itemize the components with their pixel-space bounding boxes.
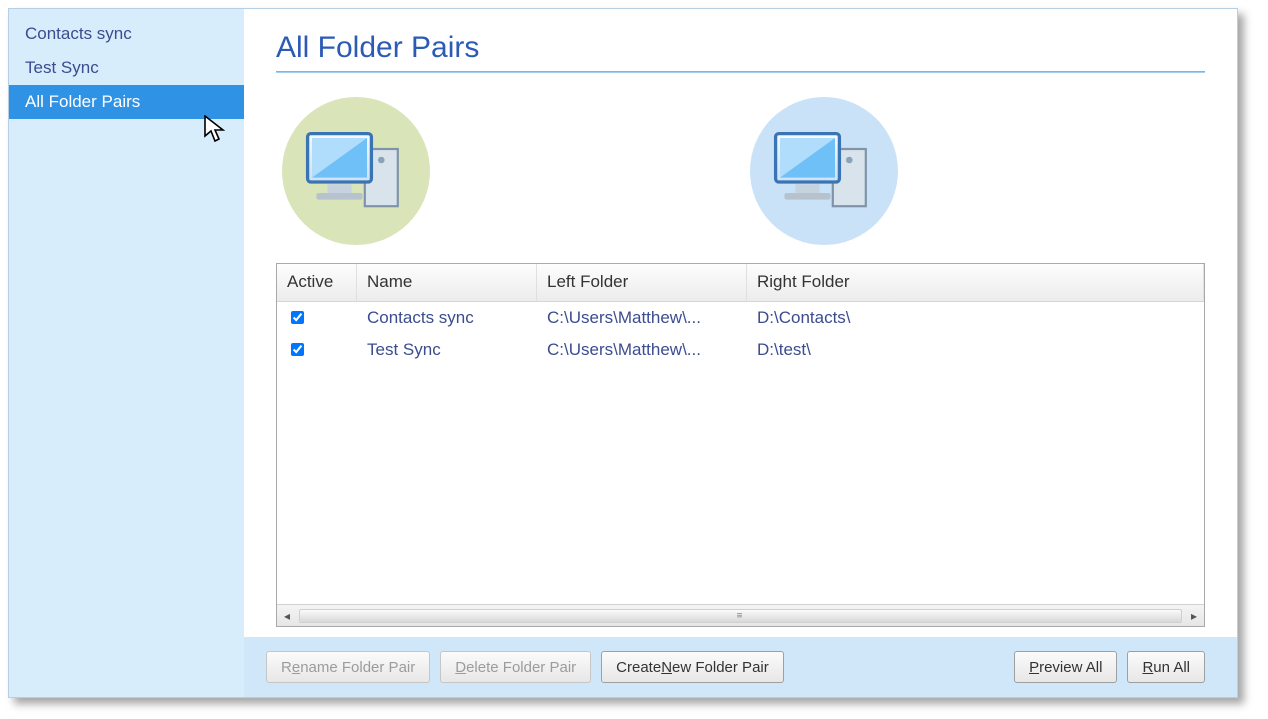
sync-app-window: Contacts sync Test Sync All Folder Pairs… [8,8,1238,698]
row-left: C:\Users\Matthew\... [537,308,747,328]
title-separator [276,71,1205,73]
row-left: C:\Users\Matthew\... [537,340,747,360]
sidebar-item-all-folder-pairs[interactable]: All Folder Pairs [9,85,244,119]
computer-icons-row [276,97,1205,245]
grid-header: Active Name Left Folder Right Folder [277,264,1204,302]
run-all-button[interactable]: Run All [1127,651,1205,683]
sidebar-item-test-sync[interactable]: Test Sync [9,51,244,85]
sidebar: Contacts sync Test Sync All Folder Pairs [9,9,244,697]
scroll-thumb[interactable]: ≡ [300,610,1181,622]
row-active-checkbox[interactable] [291,343,304,356]
row-name: Contacts sync [357,308,537,328]
delete-folder-pair-button[interactable]: Delete Folder Pair [440,651,591,683]
column-header-name[interactable]: Name [357,264,537,301]
rename-folder-pair-button[interactable]: Rename Folder Pair [266,651,430,683]
computer-right-icon [750,97,898,245]
computer-left-icon [282,97,430,245]
row-right: D:\test\ [747,340,1204,360]
sidebar-item-contacts-sync[interactable]: Contacts sync [9,17,244,51]
grid-body: Contacts sync C:\Users\Matthew\... D:\Co… [277,302,1204,604]
page-title: All Folder Pairs [276,31,1205,65]
scroll-right-icon[interactable]: ▸ [1184,605,1204,626]
row-name: Test Sync [357,340,537,360]
main-panel: All Folder Pairs [244,9,1237,637]
preview-all-button[interactable]: Preview All [1014,651,1117,683]
table-row[interactable]: Test Sync C:\Users\Matthew\... D:\test\ [277,334,1204,366]
folder-pairs-grid: Active Name Left Folder Right Folder Con… [276,263,1205,627]
scroll-left-icon[interactable]: ◂ [277,605,297,626]
scroll-track[interactable]: ≡ [299,609,1182,623]
create-new-folder-pair-button[interactable]: Create New Folder Pair [601,651,784,683]
row-right: D:\Contacts\ [747,308,1204,328]
column-header-active[interactable]: Active [277,264,357,301]
column-header-right[interactable]: Right Folder [747,264,1204,301]
button-bar: Rename Folder Pair Delete Folder Pair Cr… [244,637,1237,697]
horizontal-scrollbar[interactable]: ◂ ≡ ▸ [277,604,1204,626]
row-active-checkbox[interactable] [291,311,304,324]
column-header-left[interactable]: Left Folder [537,264,747,301]
scroll-grip-icon: ≡ [737,610,745,621]
table-row[interactable]: Contacts sync C:\Users\Matthew\... D:\Co… [277,302,1204,334]
